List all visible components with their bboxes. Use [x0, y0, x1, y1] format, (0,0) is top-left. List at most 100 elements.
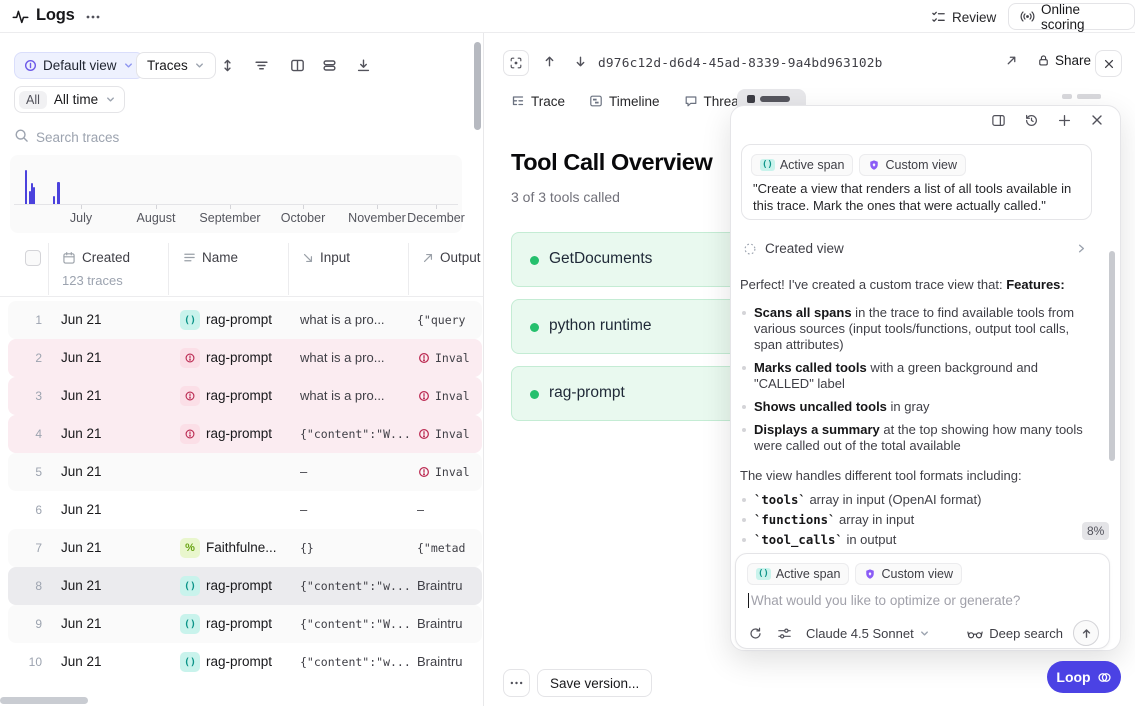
send-button[interactable] [1073, 620, 1099, 646]
review-button[interactable]: Review [931, 5, 996, 29]
focus-span-button[interactable] [503, 50, 529, 76]
row-created: Jun 21 [61, 301, 102, 339]
function-icon: () [756, 568, 771, 580]
traces-histogram[interactable]: JulyAugustSeptemberOctoberNovemberDecemb… [10, 155, 462, 233]
next-trace-arrow-icon[interactable] [573, 54, 588, 69]
share-button[interactable]: Share [1037, 53, 1091, 68]
timeline-tab-icon [589, 94, 603, 108]
calendar-icon [62, 251, 76, 265]
table-row[interactable]: 5Jun 21–Inval [8, 453, 482, 491]
table-row[interactable]: 4Jun 21rag-prompt{"content":"W...Inval [8, 415, 482, 453]
assistant-scrollbar[interactable] [1109, 251, 1115, 461]
vertical-scrollbar[interactable] [474, 42, 481, 130]
model-selector[interactable]: Claude 4.5 Sonnet [806, 626, 930, 641]
new-chat-plus-icon[interactable] [1057, 113, 1073, 129]
row-name: Faithfulne... [206, 529, 294, 567]
select-all-checkbox[interactable] [25, 250, 41, 266]
row-created: Jun 21 [61, 377, 102, 415]
assistant-message: Perfect! I've created a custom trace vie… [731, 264, 1109, 553]
view-selector[interactable]: Default view [14, 52, 144, 79]
row-created: Jun 21 [61, 567, 102, 605]
close-panel-button[interactable] [1095, 50, 1122, 77]
row-output: {"query [417, 301, 483, 339]
format-item: `tool_calls` in output [740, 532, 1095, 548]
loop-button[interactable]: Loop [1047, 661, 1121, 693]
time-filter[interactable]: All All time [14, 86, 125, 113]
tool-name: rag-prompt [549, 384, 625, 402]
table-row[interactable]: 2Jun 21rag-promptwhat is a pro...Inval [8, 339, 482, 377]
horizontal-scrollbar[interactable] [0, 697, 88, 704]
save-version-button[interactable]: Save version... [537, 669, 652, 697]
rows-density-icon[interactable] [322, 58, 338, 74]
row-input: {} [300, 529, 416, 567]
context-chip-custom-view[interactable]: Custom view [859, 154, 966, 176]
close-assistant-icon[interactable] [1090, 113, 1106, 129]
error-icon [180, 348, 200, 368]
row-created: Jun 21 [61, 643, 102, 681]
row-name: rag-prompt [206, 643, 294, 681]
top-bar: Logs Review Online scoring [0, 0, 1135, 33]
online-scoring-button[interactable]: Online scoring [1008, 3, 1135, 30]
column-created[interactable]: Created [62, 250, 130, 265]
table-row[interactable]: 1Jun 21()rag-promptwhat is a pro...{"que… [8, 301, 482, 339]
ai-assistant-panel: ()Active span Custom view "Create a view … [730, 105, 1121, 651]
user-prompt-text: "Create a view that renders a list of al… [753, 181, 1084, 214]
table-row[interactable]: 6Jun 21–– [8, 491, 482, 529]
tab-trace[interactable]: Trace [511, 90, 565, 112]
context-chip-active-span[interactable]: ()Active span [747, 563, 849, 585]
month-label: October [281, 211, 325, 225]
search-input[interactable] [36, 124, 456, 150]
download-icon[interactable] [356, 58, 372, 74]
tool-card: rag-prompt [511, 366, 743, 421]
table-row[interactable]: 8Jun 21()rag-prompt{"content":"w...Brain… [8, 567, 482, 605]
tab-timeline[interactable]: Timeline [589, 90, 660, 112]
assistant-prompt-input[interactable] [751, 591, 1091, 609]
context-chip-active-span[interactable]: ()Active span [751, 154, 853, 176]
table-row[interactable]: 7Jun 21%Faithfulne...{}{"metad [8, 529, 482, 567]
chevron-down-icon [919, 628, 930, 639]
split-columns-icon[interactable] [290, 58, 306, 74]
table-row[interactable]: 10Jun 21()rag-prompt{"content":"w...Brai… [8, 643, 482, 681]
reset-icon[interactable] [748, 626, 763, 641]
feature-item: Scans all spans in the trace to find ava… [740, 305, 1095, 353]
table-row[interactable]: 3Jun 21rag-promptwhat is a pro...Inval [8, 377, 482, 415]
created-view-expander[interactable]: Created view [743, 239, 1088, 259]
column-name[interactable]: Name [183, 250, 238, 265]
row-output: – [417, 491, 483, 529]
month-label: September [199, 211, 260, 225]
row-output: Inval [417, 453, 483, 491]
context-usage-badge: 8% [1082, 522, 1109, 540]
row-input: what is a pro... [300, 377, 416, 415]
row-name: rag-prompt [206, 605, 294, 643]
side-panel-icon[interactable] [991, 113, 1007, 129]
history-icon[interactable] [1024, 113, 1040, 129]
settings-sliders-icon[interactable] [777, 626, 792, 641]
row-number: 2 [22, 339, 42, 377]
row-height-icon[interactable] [220, 58, 236, 74]
loop-circles-icon [1097, 670, 1112, 685]
column-input[interactable]: Input [302, 250, 350, 265]
tool-call-overview-title: Tool Call Overview [511, 149, 712, 176]
row-created: Jun 21 [61, 605, 102, 643]
row-output: Inval [417, 339, 483, 377]
row-input: – [300, 491, 416, 529]
function-icon: () [180, 310, 200, 330]
column-output[interactable]: Output [422, 250, 481, 265]
histogram-bar [25, 170, 28, 204]
context-chip-custom-view[interactable]: Custom view [855, 563, 962, 585]
deep-search-toggle[interactable]: Deep search [967, 626, 1063, 641]
filter-icon[interactable] [254, 58, 270, 74]
prev-trace-arrow-icon[interactable] [542, 54, 557, 69]
glasses-icon [967, 627, 983, 640]
footer-more-button[interactable] [503, 669, 530, 697]
format-item: `functions` array in input [740, 512, 1095, 528]
assistant-composer: ()Active span Custom view Claude 4.5 Sonn… [735, 553, 1110, 649]
open-external-icon[interactable] [1005, 54, 1018, 67]
row-created: Jun 21 [61, 415, 102, 453]
table-row[interactable]: 9Jun 21()rag-prompt{"content":"W...Brain… [8, 605, 482, 643]
chevron-down-icon [123, 60, 134, 71]
more-menu-icon[interactable] [84, 9, 102, 25]
traces-mode-dropdown[interactable]: Traces [136, 52, 216, 79]
row-name: rag-prompt [206, 415, 294, 453]
month-label: November [348, 211, 406, 225]
